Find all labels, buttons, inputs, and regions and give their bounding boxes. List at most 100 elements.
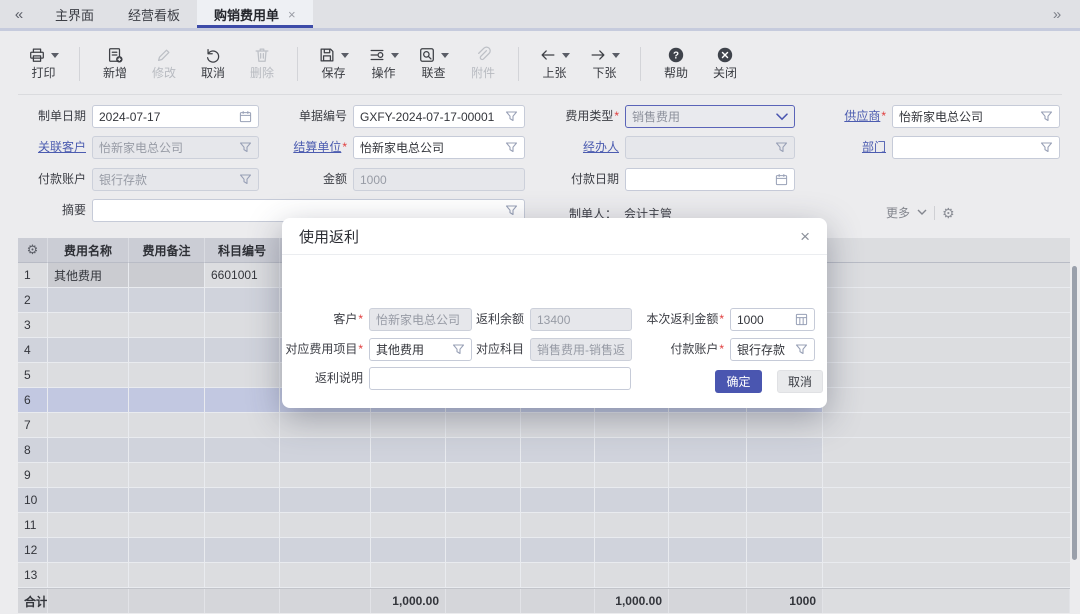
filter-funnel-icon[interactable] <box>1040 110 1053 123</box>
table-cell[interactable] <box>595 413 669 438</box>
dropdown-caret-icon[interactable] <box>341 53 349 58</box>
table-cell[interactable] <box>280 438 371 463</box>
table-cell[interactable] <box>48 388 129 413</box>
linked-query-button[interactable]: 联查 <box>418 46 449 79</box>
table-cell[interactable] <box>205 288 280 313</box>
dialog-close-icon[interactable]: × <box>800 228 810 245</box>
table-row[interactable]: 13 <box>18 563 1070 588</box>
field-label-supplier[interactable]: 供应商* <box>756 109 886 124</box>
prev-doc-button[interactable]: 上张 <box>539 46 570 79</box>
table-cell[interactable] <box>205 488 280 513</box>
table-cell[interactable] <box>521 463 595 488</box>
table-cell[interactable] <box>48 438 129 463</box>
table-cell[interactable] <box>205 463 280 488</box>
table-cell[interactable] <box>280 563 371 588</box>
table-cell[interactable] <box>371 563 446 588</box>
table-cell[interactable] <box>129 288 205 313</box>
help-button[interactable]: ?帮助 <box>661 46 691 79</box>
field-input-rebate-amount[interactable]: 1000 <box>730 308 815 331</box>
table-cell[interactable] <box>595 463 669 488</box>
table-cell[interactable] <box>280 463 371 488</box>
table-cell[interactable] <box>747 413 823 438</box>
table-cell[interactable] <box>48 563 129 588</box>
table-cell[interactable] <box>280 413 371 438</box>
table-cell[interactable] <box>747 538 823 563</box>
table-cell[interactable] <box>446 463 521 488</box>
table-cell[interactable] <box>595 438 669 463</box>
table-cell[interactable] <box>48 313 129 338</box>
cancel-button[interactable]: 取消 <box>777 370 823 393</box>
table-cell[interactable] <box>747 563 823 588</box>
table-cell[interactable] <box>129 313 205 338</box>
calculator-icon[interactable] <box>795 313 808 326</box>
field-input-department[interactable] <box>892 136 1060 159</box>
table-cell[interactable] <box>521 413 595 438</box>
gear-icon[interactable]: ⚙ <box>942 206 955 220</box>
expand-right-icon[interactable]: » <box>1034 0 1080 28</box>
table-cell[interactable]: 6601001 <box>205 263 280 288</box>
field-input-rebate-note[interactable] <box>369 367 631 390</box>
close-button[interactable]: 关闭 <box>710 46 740 79</box>
field-label-department[interactable]: 部门 <box>756 140 886 155</box>
filter-funnel-icon[interactable] <box>1040 141 1053 154</box>
table-cell[interactable] <box>48 488 129 513</box>
dropdown-caret-icon[interactable] <box>391 53 399 58</box>
table-row[interactable]: 10 <box>18 488 1070 513</box>
table-cell[interactable] <box>129 413 205 438</box>
table-cell[interactable] <box>280 538 371 563</box>
table-cell[interactable] <box>747 438 823 463</box>
table-row[interactable]: 11 <box>18 513 1070 538</box>
table-row[interactable]: 8 <box>18 438 1070 463</box>
tab-main[interactable]: 主界面 <box>38 0 111 28</box>
more-toggle[interactable]: 更多 ⚙ <box>886 204 955 221</box>
dropdown-caret-icon[interactable] <box>51 53 59 58</box>
table-cell[interactable]: 其他费用 <box>48 263 129 288</box>
table-cell[interactable] <box>595 488 669 513</box>
operate-button[interactable]: 操作 <box>368 46 399 79</box>
table-cell[interactable] <box>129 463 205 488</box>
table-cell[interactable] <box>48 463 129 488</box>
table-cell[interactable] <box>669 488 747 513</box>
tab-expense-form[interactable]: 购销费用单 × <box>197 0 313 28</box>
table-cell[interactable] <box>205 513 280 538</box>
field-input-payment-date[interactable] <box>625 168 795 191</box>
table-cell[interactable] <box>129 263 205 288</box>
table-cell[interactable] <box>446 413 521 438</box>
save-button[interactable]: 保存 <box>318 46 349 79</box>
table-cell[interactable] <box>205 538 280 563</box>
table-cell[interactable] <box>446 513 521 538</box>
filter-funnel-icon[interactable] <box>795 343 808 356</box>
table-cell[interactable] <box>669 413 747 438</box>
table-cell[interactable] <box>595 538 669 563</box>
table-cell[interactable] <box>129 388 205 413</box>
table-cell[interactable] <box>280 513 371 538</box>
table-cell[interactable] <box>48 538 129 563</box>
table-row[interactable]: 12 <box>18 538 1070 563</box>
table-cell[interactable] <box>747 488 823 513</box>
table-cell[interactable] <box>371 513 446 538</box>
table-cell[interactable] <box>446 488 521 513</box>
table-cell[interactable] <box>48 338 129 363</box>
table-cell[interactable] <box>747 513 823 538</box>
collapse-left-icon[interactable]: « <box>0 0 38 28</box>
table-cell[interactable] <box>595 513 669 538</box>
table-cell[interactable] <box>129 488 205 513</box>
table-cell[interactable] <box>205 388 280 413</box>
table-cell[interactable] <box>129 513 205 538</box>
tab-dashboard[interactable]: 经营看板 <box>111 0 197 28</box>
field-label-settlement-unit[interactable]: 结算单位* <box>217 140 347 155</box>
table-cell[interactable] <box>371 438 446 463</box>
table-cell[interactable] <box>205 563 280 588</box>
table-cell[interactable] <box>205 438 280 463</box>
table-cell[interactable] <box>669 463 747 488</box>
confirm-button[interactable]: 确定 <box>715 370 762 393</box>
table-cell[interactable] <box>521 438 595 463</box>
dropdown-caret-icon[interactable] <box>612 53 620 58</box>
table-cell[interactable] <box>669 563 747 588</box>
table-cell[interactable] <box>521 513 595 538</box>
table-cell[interactable] <box>371 488 446 513</box>
table-row[interactable]: 7 <box>18 413 1070 438</box>
table-cell[interactable] <box>669 513 747 538</box>
table-settings-gear-icon[interactable]: ⚙ <box>18 238 48 263</box>
field-input-pay-account[interactable]: 银行存款 <box>730 338 815 361</box>
